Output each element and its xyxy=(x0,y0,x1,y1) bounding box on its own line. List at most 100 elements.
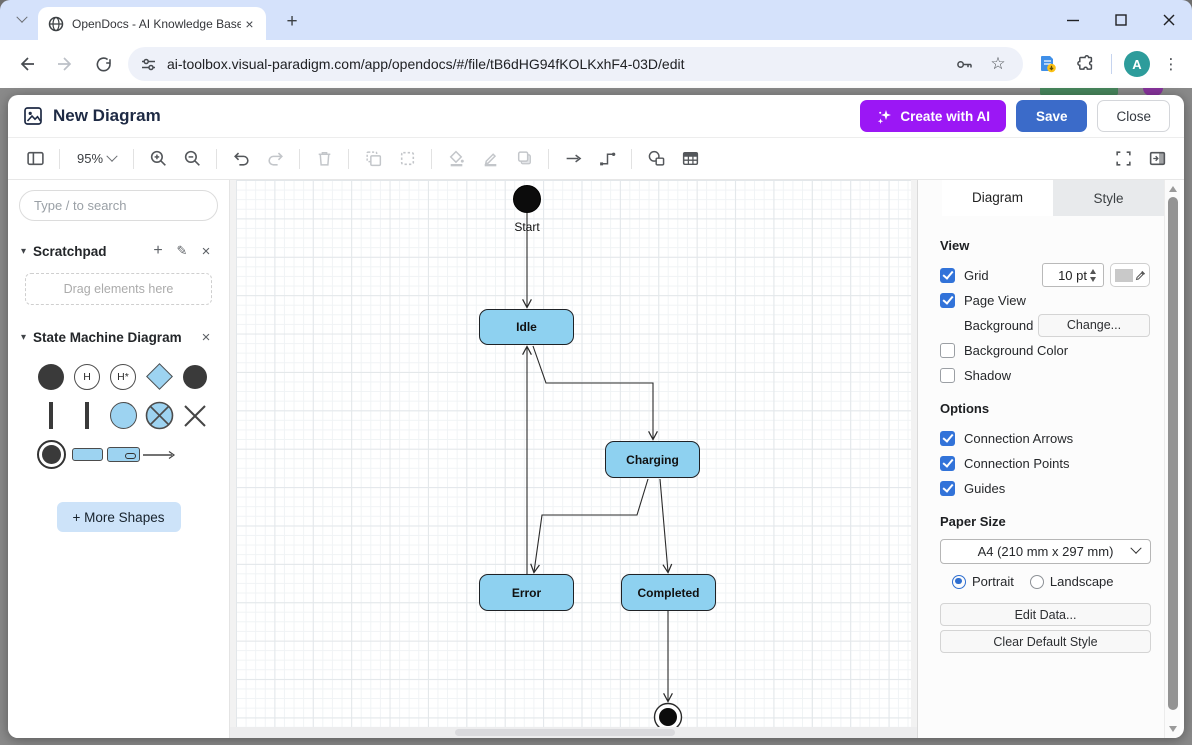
browser-menu-icon[interactable]: ⋮ xyxy=(1158,51,1184,77)
zoom-out-icon[interactable] xyxy=(177,144,207,174)
shape-submachine-state[interactable] xyxy=(105,435,141,474)
state-charging[interactable]: Charging xyxy=(605,441,700,478)
vscrollbar-thumb[interactable] xyxy=(1168,197,1178,710)
edge-charging-to-completed[interactable] xyxy=(660,479,668,572)
shape-choice[interactable] xyxy=(141,357,177,396)
toggle-sidebar-icon[interactable] xyxy=(20,144,50,174)
diagram-canvas[interactable]: Start Idle Charging Error Completed xyxy=(230,180,917,738)
shape-state[interactable] xyxy=(69,435,105,474)
shape-entry-point[interactable] xyxy=(105,396,141,435)
tab-search-button[interactable] xyxy=(9,7,35,33)
shape-shallow-history[interactable]: H xyxy=(69,357,105,396)
close-window-icon[interactable] xyxy=(1160,11,1178,29)
copy-style-icon[interactable] xyxy=(358,144,388,174)
fill-color-icon[interactable] xyxy=(441,144,471,174)
elbow-connector-icon[interactable] xyxy=(592,144,622,174)
grid-color-button[interactable] xyxy=(1110,263,1150,287)
final-state-node[interactable] xyxy=(659,708,677,726)
scratchpad-header[interactable]: ▾ Scratchpad + ✎ × xyxy=(8,235,229,267)
background-change-button[interactable]: Change... xyxy=(1038,314,1150,337)
close-button[interactable]: Close xyxy=(1097,100,1170,132)
toggle-right-panel-icon[interactable] xyxy=(1142,144,1172,174)
clear-default-style-button[interactable]: Clear Default Style xyxy=(940,630,1151,653)
caret-down-icon[interactable]: ▾ xyxy=(21,246,26,257)
redo-icon[interactable] xyxy=(260,144,290,174)
delete-icon[interactable] xyxy=(309,144,339,174)
tab-close-icon[interactable]: × xyxy=(241,15,258,32)
more-shapes-button[interactable]: + More Shapes xyxy=(57,502,181,532)
save-button[interactable]: Save xyxy=(1016,100,1088,132)
edge-charging-to-error[interactable] xyxy=(534,479,648,572)
undo-icon[interactable] xyxy=(226,144,256,174)
page-view-checkbox[interactable] xyxy=(940,293,955,308)
maximize-icon[interactable] xyxy=(1112,11,1130,29)
landscape-radio[interactable] xyxy=(1030,575,1044,589)
url-bar[interactable]: ai-toolbox.visual-paradigm.com/app/opend… xyxy=(128,47,1023,81)
shape-fork[interactable] xyxy=(33,396,69,435)
browser-tab[interactable]: OpenDocs - AI Knowledge Base × xyxy=(38,7,266,40)
create-with-ai-button[interactable]: Create with AI xyxy=(860,100,1006,132)
url-text[interactable]: ai-toolbox.visual-paradigm.com/app/opend… xyxy=(167,56,943,72)
connection-arrows-checkbox[interactable] xyxy=(940,431,955,446)
bookmark-star-icon[interactable]: ☆ xyxy=(985,51,1011,77)
scratchpad-close-icon[interactable]: × xyxy=(196,241,216,261)
password-key-icon[interactable] xyxy=(951,51,977,77)
paper-size-select[interactable]: A4 (210 mm x 297 mm) xyxy=(940,539,1151,564)
state-error[interactable]: Error xyxy=(479,574,574,611)
scratchpad-add-icon[interactable]: + xyxy=(148,241,168,261)
canvas-horizontal-scrollbar[interactable] xyxy=(230,727,917,738)
shape-section-header[interactable]: ▾ State Machine Diagram × xyxy=(8,321,229,353)
grid-size-input[interactable] xyxy=(1043,268,1087,283)
shape-junction[interactable] xyxy=(177,357,213,396)
minimize-icon[interactable] xyxy=(1064,11,1082,29)
stepper-down-icon[interactable] xyxy=(1090,277,1096,282)
line-color-icon[interactable] xyxy=(475,144,505,174)
connection-points-checkbox[interactable] xyxy=(940,456,955,471)
profile-avatar[interactable]: A xyxy=(1124,51,1150,77)
portrait-radio[interactable] xyxy=(952,575,966,589)
insert-shape-icon[interactable] xyxy=(641,144,671,174)
grid-checkbox[interactable] xyxy=(940,268,955,283)
shape-final-state[interactable] xyxy=(33,435,69,474)
shape-transition[interactable] xyxy=(141,435,177,474)
hscrollbar-thumb[interactable] xyxy=(455,729,675,736)
state-idle[interactable]: Idle xyxy=(479,309,574,345)
shape-section-close-icon[interactable]: × xyxy=(196,327,216,347)
fullscreen-icon[interactable] xyxy=(1108,144,1138,174)
state-completed[interactable]: Completed xyxy=(621,574,716,611)
forward-icon[interactable] xyxy=(49,48,81,80)
initial-state-node[interactable] xyxy=(514,186,541,213)
edit-data-button[interactable]: Edit Data... xyxy=(940,603,1151,626)
scratchpad-dropzone[interactable]: Drag elements here xyxy=(25,273,212,305)
app-vertical-scrollbar[interactable] xyxy=(1164,180,1180,738)
straight-connector-icon[interactable] xyxy=(558,144,588,174)
search-input[interactable] xyxy=(19,190,218,221)
shape-join[interactable] xyxy=(69,396,105,435)
edge-idle-to-charging[interactable] xyxy=(533,346,653,439)
site-settings-icon[interactable] xyxy=(140,56,157,73)
shape-initial-state[interactable] xyxy=(33,357,69,396)
back-icon[interactable] xyxy=(11,48,43,80)
tab-style[interactable]: Style xyxy=(1053,180,1164,216)
shadow-icon[interactable] xyxy=(509,144,539,174)
scroll-down-icon[interactable] xyxy=(1169,726,1177,732)
scroll-up-icon[interactable] xyxy=(1169,186,1177,192)
insert-table-icon[interactable] xyxy=(675,144,705,174)
guides-checkbox[interactable] xyxy=(940,481,955,496)
shape-exit-point[interactable] xyxy=(141,396,177,435)
stepper-up-icon[interactable] xyxy=(1090,269,1096,274)
extensions-puzzle-icon[interactable] xyxy=(1071,49,1101,79)
zoom-level-dropdown[interactable]: 95% xyxy=(77,151,116,166)
shadow-checkbox[interactable] xyxy=(940,368,955,383)
scratchpad-edit-icon[interactable]: ✎ xyxy=(172,241,192,261)
reload-icon[interactable] xyxy=(87,48,119,80)
select-marquee-icon[interactable] xyxy=(392,144,422,174)
new-tab-button[interactable]: + xyxy=(278,8,306,36)
tab-diagram[interactable]: Diagram xyxy=(942,180,1053,216)
background-color-checkbox[interactable] xyxy=(940,343,955,358)
zoom-in-icon[interactable] xyxy=(143,144,173,174)
shape-terminate[interactable] xyxy=(177,396,213,435)
grid-size-stepper[interactable] xyxy=(1090,269,1096,282)
docs-extension-icon[interactable] xyxy=(1033,49,1063,79)
shape-deep-history[interactable]: H* xyxy=(105,357,141,396)
